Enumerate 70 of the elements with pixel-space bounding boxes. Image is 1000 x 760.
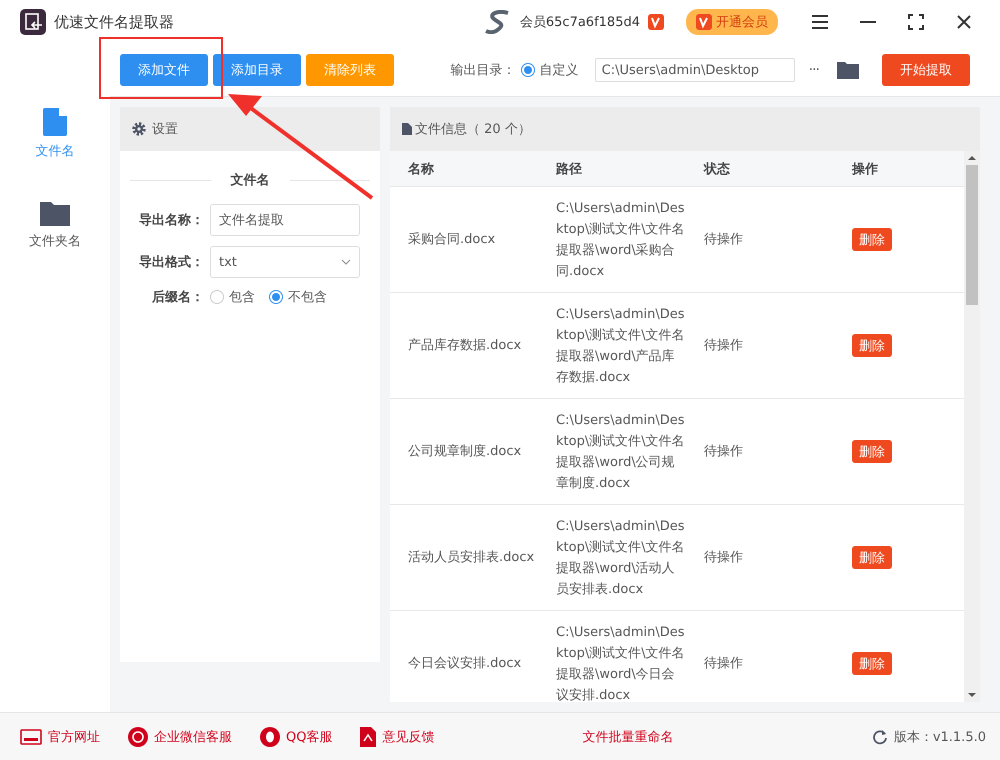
folder-icon <box>837 61 859 79</box>
field-label: 导出名称： <box>138 212 204 229</box>
minimize-icon <box>860 21 876 23</box>
column-header: 名称 <box>408 160 435 178</box>
files-title: 文件信息（ 20 个） <box>415 121 531 138</box>
column-header: 状态 <box>704 160 731 178</box>
footer-link[interactable]: 意见反馈 <box>360 726 434 746</box>
footer-link[interactable]: 企业微信客服 <box>128 726 232 746</box>
toolbar-button[interactable]: 添加文件 <box>120 54 208 86</box>
custom-radio[interactable]: 自定义 <box>520 61 579 79</box>
delete-button[interactable]: 删除 <box>852 334 892 357</box>
chevron-down-icon <box>341 259 351 265</box>
output-label: 输出目录： <box>450 62 516 79</box>
rename-link[interactable]: 文件批量重命名 <box>582 728 674 746</box>
website-icon <box>20 728 42 744</box>
file-icon <box>43 108 67 136</box>
start-button[interactable]: 开始提取 <box>882 54 970 86</box>
field-label: 导出格式： <box>138 254 204 271</box>
path-cell-text: C:\Users\admin\Desktop\测试文件\文件名提取器\word\今日会议安排.docx <box>556 624 686 702</box>
sidebar-item[interactable]: 文件夹名 <box>25 196 85 254</box>
delete-button[interactable]: 删除 <box>852 440 892 463</box>
more-button[interactable]: ··· <box>808 62 819 78</box>
status-cell-text: 待操作 <box>704 443 744 461</box>
menu-icon <box>812 15 828 29</box>
file-name-cell-text: 今日会议安排.docx <box>408 655 522 673</box>
sidebar-item[interactable]: 文件名 <box>32 104 78 164</box>
upgrade-button[interactable]: 开通会员 <box>686 9 778 35</box>
footer-link[interactable]: 官方网址 <box>20 728 100 746</box>
status-cell-text: 待操作 <box>704 655 744 673</box>
fullscreen-icon <box>908 14 924 30</box>
app-logo-icon <box>20 9 46 35</box>
status-cell-text: 待操作 <box>704 231 744 249</box>
delete-button[interactable]: 删除 <box>852 546 892 569</box>
folder-icon <box>40 200 70 226</box>
format-dropdown[interactable]: txt <box>210 246 360 278</box>
vip-icon <box>648 14 664 30</box>
status-cell-text: 待操作 <box>704 337 744 355</box>
scrollbar[interactable] <box>964 151 980 702</box>
file-name-cell-text: 产品库存数据.docx <box>408 337 522 355</box>
member-id: 会员65c7a6f185d4 <box>520 14 640 31</box>
delete-button[interactable]: 删除 <box>852 228 892 251</box>
suffix-radio[interactable]: 不包含 <box>269 288 327 306</box>
file-name-cell-text: 公司规章制度.docx <box>408 443 522 461</box>
path-cell-text: C:\Users\admin\Desktop\测试文件\文件名提取器\word\活动人员安排表.docx <box>556 518 686 598</box>
refresh-icon <box>872 728 888 744</box>
file-name-cell-text: 采购合同.docx <box>408 231 496 249</box>
gear-icon <box>132 122 146 136</box>
path-cell-text: C:\Users\admin\Desktop\测试文件\文件名提取器\word\公司规章制度.docx <box>556 412 686 492</box>
file-name-cell-text: 活动人员安排表.docx <box>408 549 536 567</box>
section-title: 文件名 <box>230 172 270 189</box>
close-icon <box>957 15 971 29</box>
column-header: 路径 <box>556 160 583 178</box>
toolbar-button[interactable]: 添加目录 <box>213 54 301 86</box>
document-icon <box>360 726 376 746</box>
field-label: 后缀名： <box>150 288 204 306</box>
path-cell-text: C:\Users\admin\Desktop\测试文件\文件名提取器\word\采购合同.docx <box>556 200 686 280</box>
footer-link[interactable]: QQ客服 <box>260 726 332 746</box>
export-name-field[interactable]: 文件名提取 <box>210 204 360 236</box>
delete-button[interactable]: 删除 <box>852 652 892 675</box>
window-title: 优速文件名提取器 <box>54 12 174 32</box>
column-header: 操作 <box>852 160 879 178</box>
output-path-field[interactable]: C:\Users\admin\Desktop <box>594 58 795 82</box>
scroll-thumb[interactable] <box>966 165 978 305</box>
suffix-radio[interactable]: 包含 <box>210 288 255 306</box>
vip-icon <box>696 14 712 30</box>
file-icon <box>402 123 412 135</box>
status-cell-text: 待操作 <box>704 549 744 567</box>
settings-title: 设置 <box>152 121 178 138</box>
path-cell-text: C:\Users\admin\Desktop\测试文件\文件名提取器\word\产品库存数据.docx <box>556 306 686 386</box>
version-text: 版本：v1.1.5.0 <box>894 728 986 746</box>
